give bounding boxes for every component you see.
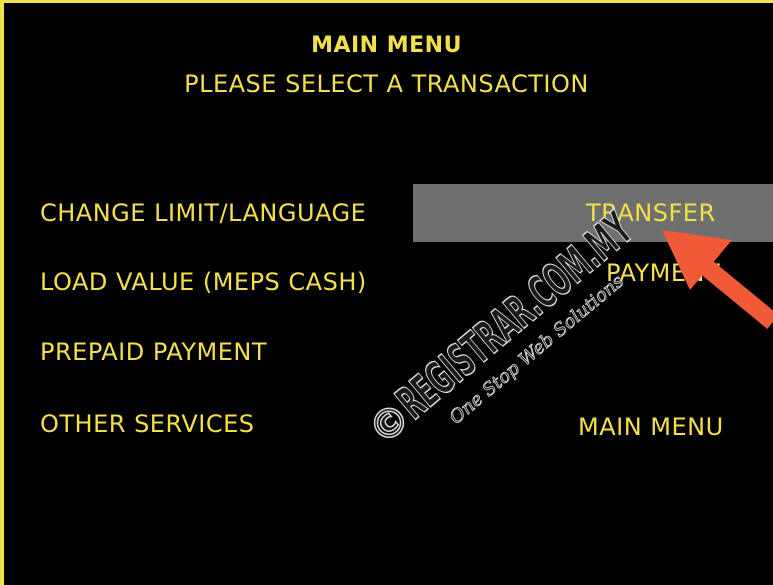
prepaid-payment-button[interactable]: PREPAID PAYMENT [40,338,267,366]
other-services-button[interactable]: OTHER SERVICES [40,410,254,438]
page-subtitle: PLEASE SELECT A TRANSACTION [184,70,589,98]
watermark-copyright: © [360,393,420,454]
page-title: MAIN MENU [311,33,462,58]
watermark-tagline: One Stop Web Solutions [446,271,628,429]
atm-screen: MAIN MENU PLEASE SELECT A TRANSACTION CH… [0,0,773,585]
screen-border-top [0,0,773,3]
main-menu-button[interactable]: MAIN MENU [578,413,724,441]
change-limit-language-button[interactable]: CHANGE LIMIT/LANGUAGE [40,199,366,227]
load-value-button[interactable]: LOAD VALUE (MEPS CASH) [40,268,367,296]
arrow-pointer-icon [662,230,773,329]
transfer-button[interactable]: TRANSFER [586,199,716,227]
arrow-shaft [694,255,773,329]
